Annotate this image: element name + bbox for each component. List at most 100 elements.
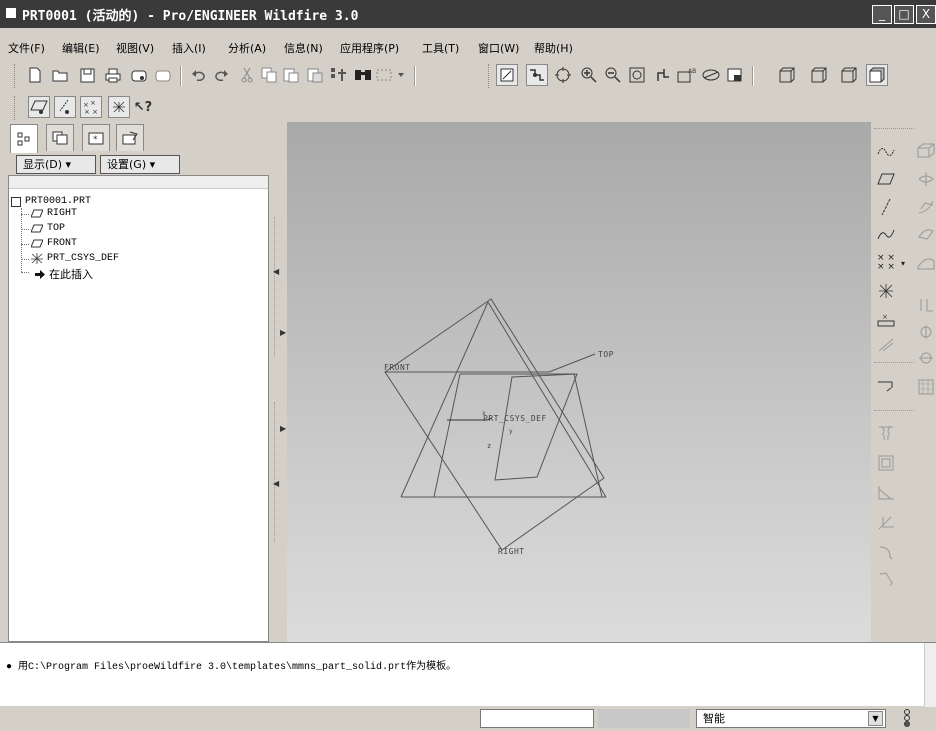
redo-icon[interactable]: [210, 64, 232, 86]
favorites-tab-icon[interactable]: *: [82, 124, 110, 151]
analysis-feature-icon[interactable]: ×: [875, 308, 897, 330]
menu-help[interactable]: 帮助(H): [534, 40, 573, 56]
tree-root-part[interactable]: PRT0001.PRT: [11, 196, 91, 207]
open-icon[interactable]: [50, 64, 72, 86]
cut-icon[interactable]: [236, 64, 258, 86]
plane-display-icon[interactable]: [28, 96, 50, 118]
orient-icon[interactable]: [552, 64, 574, 86]
hidden-line-icon[interactable]: [808, 64, 830, 86]
style-icon[interactable]: [915, 252, 936, 274]
view-manager-icon[interactable]: [724, 64, 746, 86]
datum-curve-icon[interactable]: [875, 224, 897, 246]
print-icon[interactable]: [102, 64, 124, 86]
display-dropdown-button[interactable]: 显示(D) ▾: [16, 155, 96, 174]
draft-icon[interactable]: [875, 512, 897, 534]
shading-icon[interactable]: [866, 64, 888, 86]
settings-dropdown-button[interactable]: 设置(G) ▾: [100, 155, 180, 174]
chevron-down-icon[interactable]: ▼: [868, 711, 883, 726]
annotation-icon[interactable]: [875, 334, 897, 356]
zoom-out-icon[interactable]: [602, 64, 624, 86]
shell-icon[interactable]: [875, 452, 897, 474]
collapse-left-icon[interactable]: ◀: [273, 267, 279, 276]
new-icon[interactable]: [24, 64, 46, 86]
menu-tools[interactable]: 工具(T): [422, 40, 459, 56]
datum-point-icon[interactable]: × × × ×: [875, 252, 897, 274]
message-scrollbar[interactable]: [924, 643, 936, 707]
filter-select[interactable]: 智能 ▼: [696, 709, 886, 728]
menu-file[interactable]: 文件(F): [8, 40, 45, 56]
menu-applications[interactable]: 应用程序(P): [340, 40, 399, 56]
find-icon[interactable]: [352, 64, 374, 86]
whats-this-icon[interactable]: ↖?: [132, 96, 154, 118]
minimize-button[interactable]: _: [872, 5, 892, 24]
tree-item-front[interactable]: FRONT: [31, 238, 77, 249]
refit-icon[interactable]: [626, 64, 648, 86]
datum-csys-icon[interactable]: [875, 280, 897, 302]
web-tab-icon[interactable]: [116, 124, 144, 151]
csys-display-icon[interactable]: [108, 96, 130, 118]
wireframe-icon[interactable]: [776, 64, 798, 86]
title-bar: PRT0001 (活动的) - Pro/ENGINEER Wildfire 3.…: [0, 0, 936, 28]
tree-item-csys[interactable]: PRT_CSYS_DEF: [31, 253, 119, 264]
send-mail-icon[interactable]: [128, 64, 150, 86]
extrude-icon[interactable]: [915, 140, 936, 162]
menu-bar: 文件(F) 编辑(E) 视图(V) 插入(I) 分析(A) 信息(N) 应用程序…: [0, 35, 936, 57]
collapse-left-icon[interactable]: ◀: [273, 479, 279, 488]
expand-right-icon[interactable]: ▶: [280, 424, 286, 433]
round-icon[interactable]: [875, 542, 897, 564]
regenerate-icon[interactable]: [328, 64, 350, 86]
hole-icon[interactable]: [875, 422, 897, 444]
save-icon[interactable]: [76, 64, 98, 86]
datum-axis-icon[interactable]: [875, 196, 897, 218]
top-plane-label: TOP: [598, 350, 614, 359]
rib-icon[interactable]: [875, 482, 897, 504]
layers-icon[interactable]: [700, 64, 722, 86]
panel-splitter[interactable]: ◀ ▶ ◀ ▶: [271, 122, 286, 642]
revolve-icon[interactable]: [915, 168, 936, 190]
maximize-button[interactable]: □: [894, 5, 914, 24]
axis-display-icon[interactable]: [54, 96, 76, 118]
menu-info[interactable]: 信息(N): [284, 40, 323, 56]
tree-connector: [21, 208, 22, 272]
menu-window[interactable]: 窗口(W): [478, 40, 519, 56]
expand-right-icon[interactable]: ▶: [280, 328, 286, 337]
tree-item-insert-here[interactable]: 在此插入: [35, 266, 93, 282]
sweep-icon[interactable]: [915, 196, 936, 218]
point-display-icon[interactable]: × × × ×: [80, 96, 102, 118]
reorient-icon[interactable]: [652, 64, 674, 86]
datum-point-dropdown-icon[interactable]: ▾: [898, 252, 908, 274]
select-box-icon[interactable]: [374, 64, 408, 86]
saved-views-icon[interactable]: AB: [676, 64, 698, 86]
no-hidden-icon[interactable]: [838, 64, 860, 86]
status-input-field[interactable]: [480, 709, 594, 728]
folder-browser-tab-icon[interactable]: [46, 124, 74, 151]
sketch-datum-icon[interactable]: [875, 140, 897, 162]
trim-icon[interactable]: [915, 320, 936, 342]
datum-plane-icon: [31, 209, 43, 218]
offset-icon[interactable]: [915, 346, 936, 368]
menu-insert[interactable]: 插入(I): [172, 40, 206, 56]
main-toolbar: AB: [0, 60, 936, 90]
tree-item-right[interactable]: RIGHT: [31, 208, 77, 219]
model-tree-tab-icon[interactable]: [10, 124, 38, 153]
undo-icon[interactable]: [188, 64, 210, 86]
redraw-icon[interactable]: [496, 64, 518, 86]
mirror-tool-icon[interactable]: [875, 376, 897, 398]
chamfer-icon[interactable]: [875, 568, 897, 590]
tree-item-top[interactable]: TOP: [31, 223, 65, 234]
paste-icon[interactable]: [280, 64, 302, 86]
blend-icon[interactable]: [915, 224, 936, 246]
merge-icon[interactable]: [915, 294, 936, 316]
menu-view[interactable]: 视图(V): [116, 40, 154, 56]
spin-center-icon[interactable]: [526, 64, 548, 86]
copy-icon[interactable]: [258, 64, 280, 86]
menu-analysis[interactable]: 分析(A): [228, 40, 266, 56]
close-button[interactable]: X: [916, 5, 936, 24]
paste-special-icon[interactable]: [304, 64, 326, 86]
datum-plane-icon[interactable]: [875, 168, 897, 190]
send-link-icon[interactable]: [152, 64, 174, 86]
menu-edit[interactable]: 编辑(E): [62, 40, 100, 56]
pattern-icon[interactable]: [915, 376, 936, 398]
zoom-in-icon[interactable]: [578, 64, 600, 86]
graphics-window[interactable]: FRONT TOP RIGHT PRT_CSYS_DEF x y z: [287, 122, 871, 642]
